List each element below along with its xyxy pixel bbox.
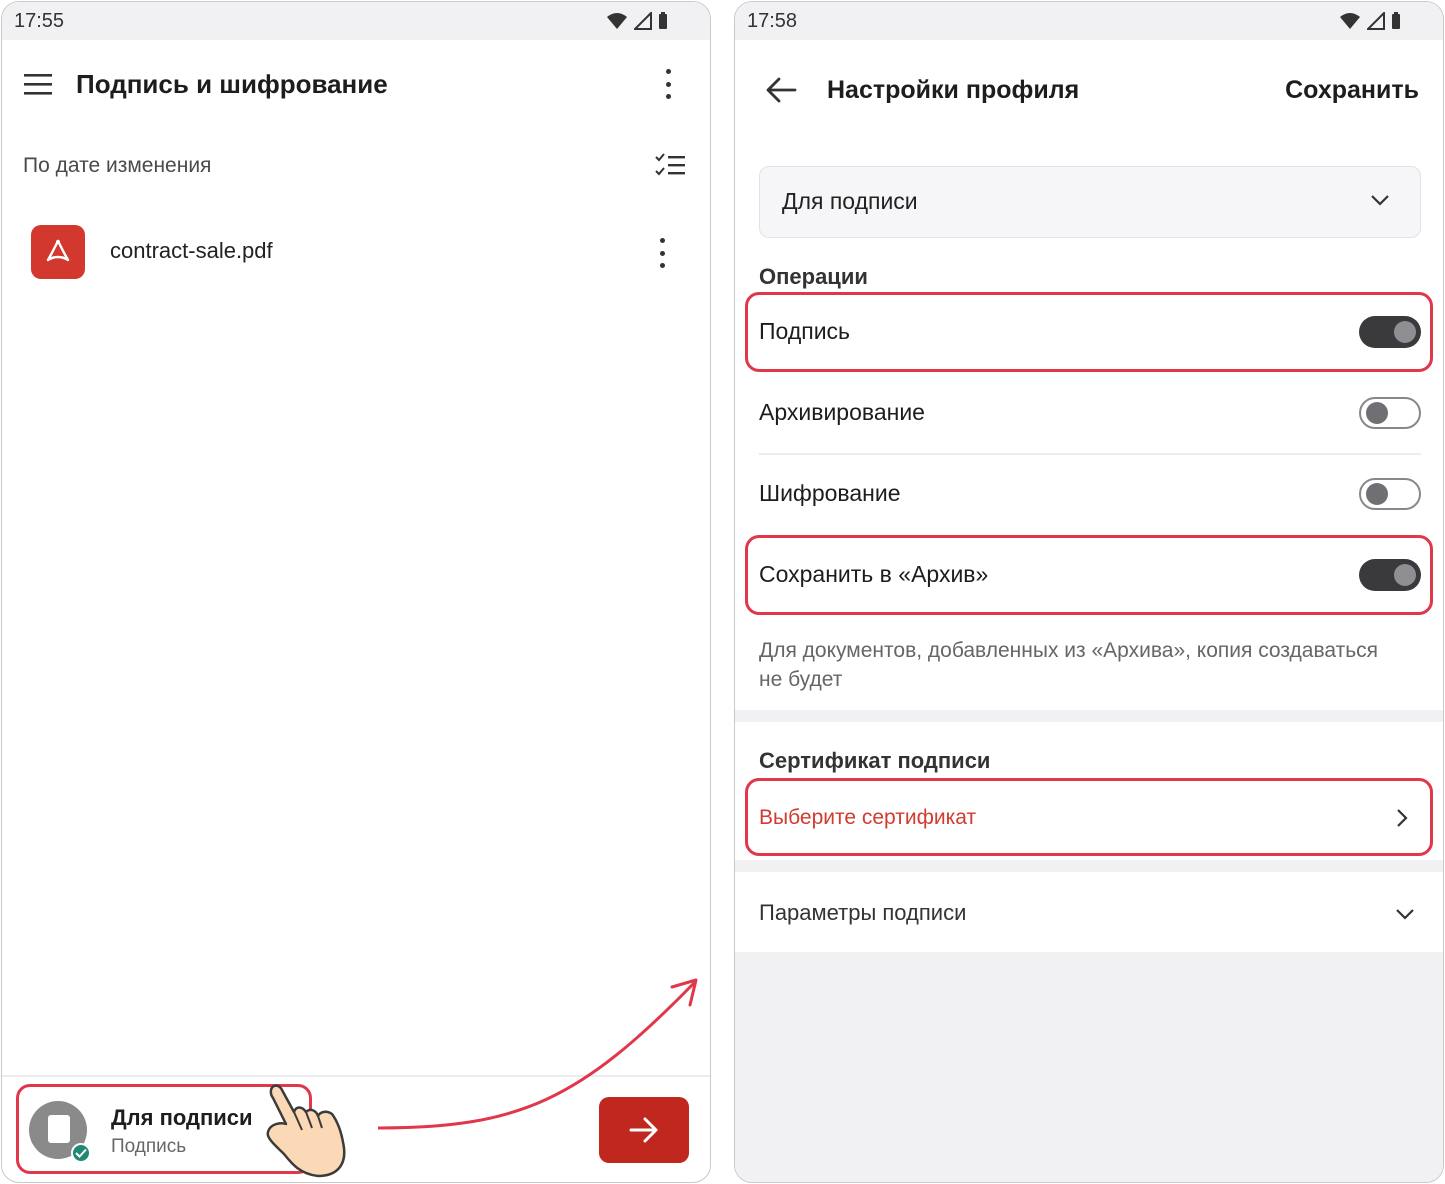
document-icon [48,1115,70,1143]
archive-note: Для документов, добавленных из «Архива»,… [759,639,1379,691]
battery-icon [1392,12,1400,29]
select-certificate-row[interactable]: Выберите сертификат [745,778,1433,856]
next-arrow-button[interactable] [599,1097,689,1163]
chevron-right-icon [1397,809,1408,827]
wifi-icon [607,13,627,29]
more-options-icon[interactable] [662,69,674,99]
left-phone-screen: 17:55 Подпись и шифрование По дате измен… [1,1,711,1183]
status-icons [606,12,668,30]
operation-row-archive[interactable]: Архивирование [745,373,1433,453]
status-bar: 17:55 [2,2,710,40]
multi-select-icon[interactable] [654,152,686,180]
signature-params-label: Параметры подписи [759,900,967,925]
select-certificate-label: Выберите сертификат [759,806,977,829]
signal-icon [634,12,652,30]
back-arrow-icon[interactable] [765,76,797,104]
pointing-hand-icon [266,1084,346,1178]
status-bar: 17:58 [735,2,1443,40]
profile-chip-subtitle: Подпись [111,1136,187,1157]
operation-row-save-archive[interactable]: Сохранить в «Архив» [745,535,1433,615]
signature-params-row[interactable]: Параметры подписи [735,870,1443,952]
section-separator [735,710,1443,722]
pdf-icon [31,225,85,279]
checkmark-icon [71,1143,91,1163]
chevron-down-icon [1371,195,1389,206]
operation-label: Подпись [759,318,851,344]
file-more-options-icon[interactable] [656,238,668,268]
status-time: 17:58 [747,9,798,32]
chevron-down-icon [1396,909,1414,920]
hamburger-menu-icon[interactable] [24,72,52,96]
battery-icon [659,12,667,29]
signal-icon [1367,12,1385,30]
certificate-header: Сертификат подписи [759,748,991,773]
operation-row-encrypt[interactable]: Шифрование [745,454,1433,534]
file-list-item[interactable]: contract-sale.pdf [2,222,710,282]
status-time: 17:55 [14,9,65,32]
sort-label[interactable]: По дате изменения [23,154,211,178]
archive-toggle[interactable] [1359,397,1421,429]
profile-type-value: Для подписи [782,188,918,214]
profile-type-select[interactable]: Для подписи [759,166,1421,238]
page-title: Подпись и шифрование [76,69,388,99]
operation-label: Шифрование [759,480,901,506]
wifi-icon [1340,13,1360,29]
divider [2,1075,710,1077]
arrow-right-icon [629,1117,658,1143]
encrypt-toggle[interactable] [1359,478,1421,510]
operations-header: Операции [759,264,868,289]
operation-row-sign[interactable]: Подпись [745,292,1433,372]
save-archive-toggle[interactable] [1359,559,1421,591]
empty-area [735,952,1443,1182]
page-title: Настройки профиля [827,76,1080,104]
status-icons [1339,12,1401,30]
operation-label: Сохранить в «Архив» [759,561,989,587]
profile-chip-title: Для подписи [111,1105,253,1130]
file-name: contract-sale.pdf [110,238,273,263]
right-phone-screen: 17:58 Настройки профиля Сохранить Для по… [734,1,1444,1183]
sign-toggle[interactable] [1359,316,1421,348]
top-app-bar: Подпись и шифрование [2,54,710,114]
save-button[interactable]: Сохранить [1285,76,1419,105]
operation-label: Архивирование [759,399,925,425]
